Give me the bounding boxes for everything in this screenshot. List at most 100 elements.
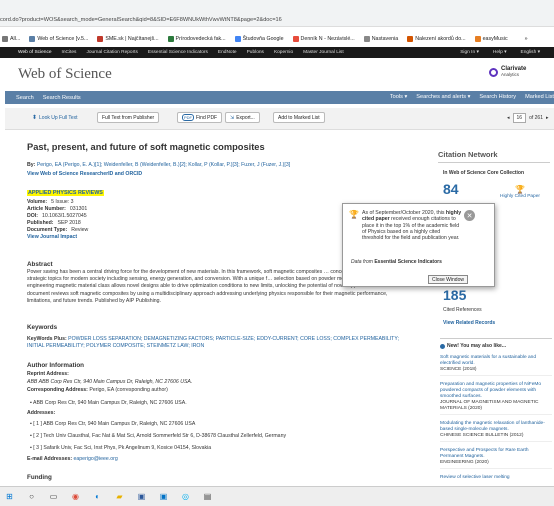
recommendations: New! You may also like... Soft magnetic … (440, 338, 552, 483)
bookmark-item[interactable]: easyMusic (474, 36, 508, 42)
times-cited-count[interactable]: 84 (443, 181, 459, 197)
abstract-heading: Abstract (27, 261, 53, 268)
view-researcher-id-link[interactable]: View Web of Science ResearcherID and ORC… (27, 171, 142, 177)
prev-record-icon[interactable]: ◂ (507, 115, 510, 121)
skype-icon[interactable]: ◎ (180, 491, 191, 502)
bookmark-icon (97, 36, 104, 42)
sign-in-menu[interactable]: Sign In ▾ (460, 50, 479, 55)
app-icon[interactable]: ▤ (202, 491, 213, 502)
recommendation-item[interactable]: Preparation and magnetic properties of N… (440, 382, 552, 415)
chrome-icon[interactable]: ◉ (70, 491, 81, 502)
word-icon[interactable]: ▣ (136, 491, 147, 502)
record-number-input[interactable]: 16 (512, 113, 527, 123)
top-link[interactable]: Master Journal List (303, 50, 344, 55)
find-pdf-label: Find PDF (196, 114, 218, 121)
recommendation-item[interactable]: Soft magnetic materials for a sustainabl… (440, 355, 552, 376)
author-line: By: Perigo, EA (Perigo, E. A.)[1]; Weide… (27, 162, 290, 168)
bookmark-item[interactable]: » (516, 36, 528, 42)
bookmark-icon (29, 36, 36, 42)
journal-name-link[interactable]: APPLIED PHYSICS REVIEWS (27, 190, 104, 196)
bookmark-item[interactable]: All... (2, 36, 20, 42)
full-text-label: Full Text from Publisher (102, 114, 155, 121)
add-marked-list-button[interactable]: Add to Marked List (273, 112, 325, 123)
next-record-icon[interactable]: ▸ (546, 115, 549, 121)
core-collection-label: In Web of Science Core Collection (443, 170, 525, 176)
site-header: Web of Science Clarivate Analytics (0, 58, 554, 89)
top-link[interactable]: Journal Citation Reports (86, 50, 137, 55)
cited-references-count[interactable]: 185 (443, 287, 466, 303)
task-view-icon[interactable]: ▭ (48, 491, 59, 502)
web-of-science-logo[interactable]: Web of Science (18, 66, 112, 83)
top-link[interactable]: Web of Science (18, 50, 52, 55)
bookmark-item[interactable]: SME.sk | Najčítanejš... (97, 36, 159, 42)
trophy-icon: 🏆 (349, 210, 359, 219)
lookup-label: Look Up Full Text (39, 114, 78, 121)
keywords-label: KeyWords Plus: (27, 336, 67, 342)
keywords-heading: Keywords (27, 324, 58, 331)
close-icon[interactable]: ✕ (464, 210, 475, 221)
bookmark-item[interactable]: Nastavenia (363, 36, 398, 42)
windows-start-icon[interactable]: ⊞ (4, 491, 15, 502)
nav-search[interactable]: Search (16, 95, 34, 101)
bookmark-item[interactable]: Nalezení akordů do... (407, 36, 466, 42)
lookup-full-text-button[interactable]: ⬍ Look Up Full Text (32, 114, 78, 122)
nav-marked-list[interactable]: Marked List (525, 94, 554, 100)
view-related-records-link[interactable]: View Related Records (443, 320, 495, 326)
keywords-list[interactable]: POWDER LOSS SEPARATION; DEMAGNETIZING FA… (27, 336, 399, 349)
bullet-icon: ▪ (30, 445, 32, 451)
meta-doi: DOI: 10.1063/1.5027045 (27, 213, 87, 219)
close-window-button[interactable]: Close Window (428, 275, 468, 284)
divider (438, 162, 550, 163)
export-button[interactable]: ⇲ Export... (225, 112, 260, 123)
top-link[interactable]: Kopernio (274, 50, 293, 55)
corresponding-address-detail: ▪ ABB Corp Res Ctr, 940 Main Campus Dr, … (30, 400, 187, 406)
recommendation-item[interactable]: Perspective and Prospects for Rare Earth… (440, 448, 552, 469)
top-link[interactable]: Publons (247, 50, 264, 55)
recommendation-item[interactable]: Review of selective laser melting (440, 475, 552, 483)
language-menu[interactable]: English ▾ (521, 50, 540, 55)
bookmark-item[interactable]: Prírodovedecká fak... (167, 36, 226, 42)
also-like-heading: New! You may also like... (440, 343, 552, 349)
cited-references-label: Cited References (443, 307, 482, 313)
esi-link[interactable]: Essential Science Indicators (374, 259, 442, 265)
corresponding-address: Corresponding Address: Perigo, EA (corre… (27, 387, 168, 393)
search-icon[interactable]: ○ (26, 491, 37, 502)
nav-search-results[interactable]: Search Results (43, 95, 81, 101)
email-link[interactable]: eaperigo@ieee.org (74, 456, 118, 462)
highly-cited-badge[interactable]: 🏆 Highly Cited Paper (495, 185, 545, 199)
bookmark-item[interactable]: Web of Science [v.5... (29, 36, 88, 42)
bookmark-icon (474, 36, 481, 42)
funding-heading: Funding (27, 474, 52, 481)
nav-search-history[interactable]: Search History (479, 94, 516, 100)
lookup-icon: ⬍ (32, 115, 38, 121)
authors-list[interactable]: Perigo, EA (Perigo, E. A.)[1]; Weidenfel… (37, 162, 290, 168)
address-3: ▪ [ 3 ] Safarik Univ, Fac Sci, Inst Phys… (30, 445, 212, 451)
address-bar[interactable]: cord.do?product=WOS&search_mode=GeneralS… (0, 0, 554, 27)
top-link[interactable]: EndNote (218, 50, 237, 55)
edge-icon[interactable]: ◐ (92, 491, 103, 502)
windows-taskbar: ⊞ ○ ▭ ◉ ◐ ▰ ▣ ▣ ◎ ▤ (0, 486, 554, 506)
url-text[interactable]: cord.do?product=WOS&search_mode=GeneralS… (0, 17, 282, 23)
address-1: ▪ [ 1 ] ABB Corp Res Ctr, 940 Main Campu… (30, 421, 196, 427)
trophy-icon: 🏆 (515, 185, 525, 194)
help-menu[interactable]: Help ▾ (493, 50, 507, 55)
outlook-icon[interactable]: ▣ (158, 491, 169, 502)
bookmark-item[interactable]: Študovňa Google (234, 36, 284, 42)
reprint-address-label: Reprint Address: (27, 371, 69, 377)
top-link[interactable]: Essential Science Indicators (148, 50, 208, 55)
nav-tools[interactable]: Tools ▾ (390, 94, 407, 100)
citation-network-sidebar: Citation Network In Web of Science Core … (438, 150, 554, 480)
record-main: Past, present, and future of soft magnet… (27, 142, 427, 481)
file-explorer-icon[interactable]: ▰ (114, 491, 125, 502)
top-link[interactable]: InCites (62, 50, 77, 55)
nav-searches-alerts[interactable]: Searches and alerts ▾ (416, 94, 470, 100)
recommendation-item[interactable]: Modulating the magnetic relaxation of la… (440, 421, 552, 442)
clarivate-mark-icon (489, 67, 498, 77)
meta-article-number: Article Number: 031301 (27, 206, 88, 212)
full-text-publisher-button[interactable]: Full Text from Publisher (97, 112, 160, 123)
bookmark-icon (292, 36, 299, 42)
find-pdf-button[interactable]: PDF Find PDF (177, 112, 223, 123)
bookmark-item[interactable]: Denník N - Nezávislé... (292, 36, 355, 42)
view-journal-impact-link[interactable]: View Journal Impact (27, 234, 88, 241)
citation-network-heading: Citation Network (438, 150, 498, 159)
